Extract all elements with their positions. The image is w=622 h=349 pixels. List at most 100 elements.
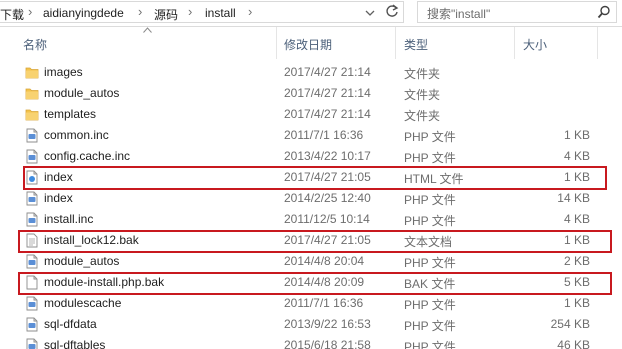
file-type: 文本文档 <box>404 235 453 249</box>
file-row[interactable]: sql-dfdata 2013/9/22 16:53 PHP 文件 254 KB <box>0 314 622 335</box>
file-type: PHP 文件 <box>404 130 456 144</box>
file-name: sql-dfdata <box>44 317 97 331</box>
column-divider[interactable] <box>597 27 598 59</box>
file-row[interactable]: module_autos 2014/4/8 20:04 PHP 文件 2 KB <box>0 251 622 272</box>
column-header-type[interactable]: 类型 <box>404 36 428 53</box>
file-row[interactable]: index 2017/4/27 21:05 HTML 文件 1 KB <box>0 167 622 188</box>
file-name: install.inc <box>44 212 94 226</box>
text-file-icon <box>25 233 39 248</box>
file-type: PHP 文件 <box>404 319 456 333</box>
file-row[interactable]: modulescache 2011/7/1 16:36 PHP 文件 1 KB <box>0 293 622 314</box>
column-header-modified[interactable]: 修改日期 <box>284 36 332 53</box>
file-name: images <box>44 65 83 79</box>
file-name: modulescache <box>44 296 122 310</box>
file-date: 2011/7/1 16:36 <box>284 128 364 142</box>
file-row[interactable]: module-install.php.bak 2014/4/8 20:09 BA… <box>0 272 622 293</box>
file-date: 2011/7/1 16:36 <box>284 296 364 310</box>
breadcrumb[interactable]: 下载 › aidianyingdede › 源码 › install › <box>0 1 404 23</box>
file-date: 2011/12/5 10:14 <box>284 212 370 226</box>
file-size: 1 KB <box>563 170 590 184</box>
file-row[interactable]: templates 2017/4/27 21:14 文件夹 <box>0 104 622 125</box>
file-type: 文件夹 <box>404 109 441 123</box>
breadcrumb-item-install[interactable]: install <box>205 6 236 20</box>
file-type: PHP 文件 <box>404 256 456 270</box>
file-row[interactable]: common.inc 2011/7/1 16:36 PHP 文件 1 KB <box>0 125 622 146</box>
file-size: 4 KB <box>563 212 590 226</box>
file-name: module_autos <box>44 254 120 268</box>
file-date: 2017/4/27 21:14 <box>284 86 371 100</box>
file-type: PHP 文件 <box>404 193 456 207</box>
file-row[interactable]: module_autos 2017/4/27 21:14 文件夹 <box>0 83 622 104</box>
file-size: 2 KB <box>563 254 590 268</box>
file-date: 2017/4/27 21:05 <box>284 233 371 247</box>
address-history-dropdown-icon[interactable] <box>363 5 377 21</box>
file-size: 14 KB <box>557 191 590 205</box>
file-name: index <box>44 170 73 184</box>
file-type: PHP 文件 <box>404 214 456 228</box>
file-type: HTML 文件 <box>404 172 464 186</box>
column-header-size[interactable]: 大小 <box>523 36 547 53</box>
file-type: PHP 文件 <box>404 298 456 312</box>
column-divider[interactable] <box>395 27 396 59</box>
file-date: 2013/4/22 10:17 <box>284 149 371 163</box>
file-size: 1 KB <box>563 233 590 247</box>
refresh-icon[interactable] <box>383 2 401 20</box>
column-divider[interactable] <box>276 27 277 59</box>
file-date: 2014/4/8 20:04 <box>284 254 365 268</box>
file-size: 5 KB <box>563 275 590 289</box>
folder-icon <box>25 107 39 122</box>
breadcrumb-separator-icon[interactable]: › <box>248 4 252 19</box>
file-type: PHP 文件 <box>404 151 456 165</box>
file-name: install_lock12.bak <box>44 233 139 247</box>
php-file-icon <box>25 212 39 227</box>
html-file-icon <box>25 170 39 185</box>
php-file-icon <box>25 338 39 349</box>
breadcrumb-item-downloads[interactable]: 下载 <box>0 6 24 23</box>
breadcrumb-item-source[interactable]: 源码 <box>154 6 178 23</box>
file-row[interactable]: install.inc 2011/12/5 10:14 PHP 文件 4 KB <box>0 209 622 230</box>
php-file-icon <box>25 296 39 311</box>
breadcrumb-item-aidianyingdede[interactable]: aidianyingdede <box>43 6 124 20</box>
breadcrumb-separator-icon[interactable]: › <box>138 4 142 19</box>
file-date: 2015/6/18 21:58 <box>284 338 371 349</box>
folder-icon <box>25 86 39 101</box>
search-icon[interactable] <box>597 5 611 19</box>
file-size: 46 KB <box>557 338 590 349</box>
file-date: 2017/4/27 21:14 <box>284 107 371 121</box>
search-input[interactable]: 搜索"install" <box>427 5 490 22</box>
file-size: 4 KB <box>563 149 590 163</box>
file-date: 2017/4/27 21:05 <box>284 170 371 184</box>
column-header-name[interactable]: 名称 <box>23 36 47 53</box>
file-row[interactable]: config.cache.inc 2013/4/22 10:17 PHP 文件 … <box>0 146 622 167</box>
file-name: common.inc <box>44 128 109 142</box>
file-size: 254 KB <box>550 317 590 331</box>
file-row[interactable]: index 2014/2/25 12:40 PHP 文件 14 KB <box>0 188 622 209</box>
breadcrumb-separator-icon[interactable]: › <box>188 4 192 19</box>
folder-icon <box>25 65 39 80</box>
file-date: 2013/9/22 16:53 <box>284 317 371 331</box>
file-row[interactable]: sql-dftables 2015/6/18 21:58 PHP 文件 46 K… <box>0 335 622 349</box>
address-bar: 下载 › aidianyingdede › 源码 › install › 搜索"… <box>0 0 622 27</box>
php-file-icon <box>25 191 39 206</box>
file-name: config.cache.inc <box>44 149 131 163</box>
search-box[interactable]: 搜索"install" <box>417 1 617 23</box>
file-row[interactable]: install_lock12.bak 2017/4/27 21:05 文本文档 … <box>0 230 622 251</box>
file-date: 2017/4/27 21:14 <box>284 65 371 79</box>
php-file-icon <box>25 149 39 164</box>
file-name: templates <box>44 107 97 121</box>
file-size: 1 KB <box>563 296 590 310</box>
column-divider[interactable] <box>514 27 515 59</box>
sort-ascending-icon <box>143 27 152 33</box>
file-name: index <box>44 191 73 205</box>
file-date: 2014/2/25 12:40 <box>284 191 371 205</box>
file-type: 文件夹 <box>404 88 441 102</box>
php-file-icon <box>25 254 39 269</box>
php-file-icon <box>25 128 39 143</box>
file-name: sql-dftables <box>44 338 106 349</box>
column-header: 名称 修改日期 类型 大小 <box>0 27 622 59</box>
breadcrumb-separator-icon[interactable]: › <box>28 4 32 19</box>
file-name: module-install.php.bak <box>44 275 165 289</box>
blank-file-icon <box>25 275 39 290</box>
file-row[interactable]: images 2017/4/27 21:14 文件夹 <box>0 62 622 83</box>
file-name: module_autos <box>44 86 120 100</box>
